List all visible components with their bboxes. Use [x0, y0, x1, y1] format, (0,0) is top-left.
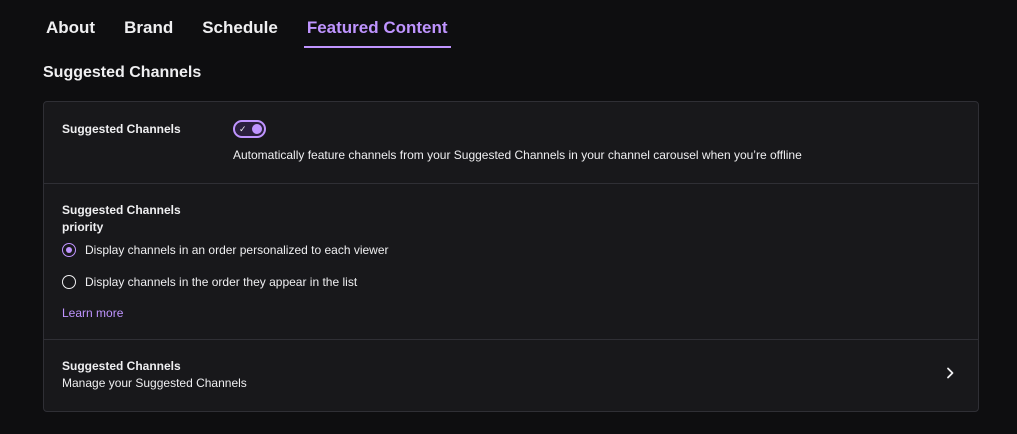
priority-row-label: Suggested Channels priority [62, 203, 181, 234]
settings-tabs: About Brand Schedule Featured Content [43, 18, 474, 48]
manage-suggested-channels-row[interactable]: Suggested Channels Manage your Suggested… [44, 340, 978, 411]
suggested-channels-toggle[interactable]: ✓ [233, 120, 266, 138]
radio-option-personalized[interactable]: Display channels in an order personalize… [62, 243, 389, 257]
manage-row-title: Suggested Channels [62, 359, 181, 373]
checkmark-icon: ✓ [239, 124, 247, 134]
tab-schedule[interactable]: Schedule [199, 18, 281, 48]
tab-about[interactable]: About [43, 18, 98, 48]
suggested-channels-toggle-row: Suggested Channels ✓ Automatically featu… [44, 102, 978, 184]
radio-button-unchecked[interactable] [62, 275, 76, 289]
priority-row: Suggested Channels priority Display chan… [44, 184, 978, 340]
toggle-knob [252, 124, 262, 134]
learn-more-link[interactable]: Learn more [62, 306, 123, 320]
toggle-row-description: Automatically feature channels from your… [233, 148, 802, 162]
manage-row-subtitle: Manage your Suggested Channels [62, 376, 247, 390]
section-title: Suggested Channels [43, 64, 202, 81]
tab-featured-content[interactable]: Featured Content [303, 18, 451, 48]
radio-button-checked[interactable] [62, 243, 76, 257]
chevron-right-icon[interactable] [943, 366, 957, 380]
radio-option-list-order[interactable]: Display channels in the order they appea… [62, 275, 357, 289]
radio-option-label: Display channels in the order they appea… [85, 275, 358, 289]
tab-brand[interactable]: Brand [121, 18, 176, 48]
toggle-row-label: Suggested Channels [62, 122, 181, 136]
suggested-channels-card: Suggested Channels ✓ Automatically featu… [43, 101, 979, 412]
radio-option-label: Display channels in an order personalize… [85, 243, 389, 257]
